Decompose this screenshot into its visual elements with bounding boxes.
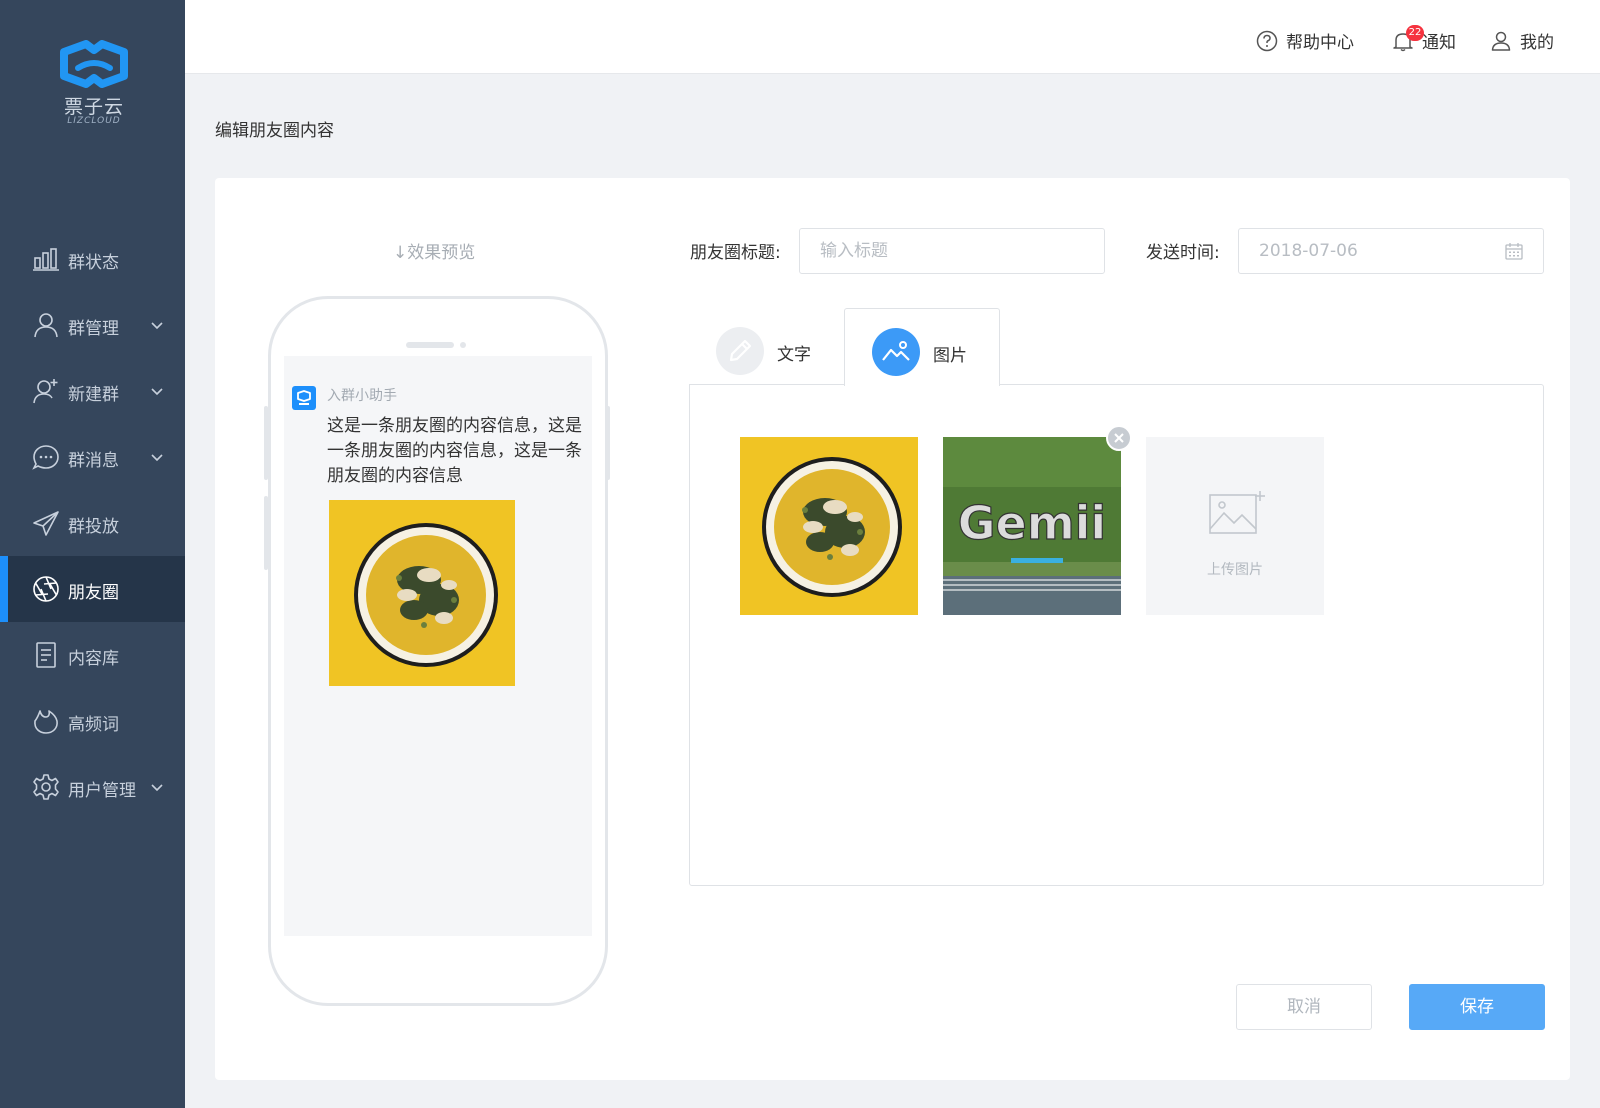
image-icon — [872, 328, 920, 376]
send-time-label: 发送时间: — [1146, 243, 1220, 263]
sidebar-item-label: 内容库 — [68, 649, 119, 669]
chevron-down-icon — [151, 388, 163, 396]
cancel-button[interactable]: 取消 — [1236, 984, 1372, 1030]
sidebar-item-label: 朋友圈 — [68, 583, 119, 603]
help-center-label: 帮助中心 — [1286, 33, 1354, 53]
poster-name: 入群小助手 — [327, 388, 397, 404]
title-input[interactable]: 输入标题 — [799, 228, 1105, 274]
sidebar-item-group-manage[interactable]: 群管理 — [0, 292, 185, 358]
my-account-link[interactable]: 我的 — [1490, 28, 1554, 53]
help-circle-icon — [1256, 30, 1278, 51]
sidebar-item-label: 新建群 — [68, 385, 119, 405]
sidebar-item-hot-words[interactable]: 高频词 — [0, 688, 185, 754]
sidebar-item-group-status[interactable]: 群状态 — [0, 226, 185, 292]
image-add-icon — [1209, 491, 1265, 534]
help-center-link[interactable]: 帮助中心 — [1256, 28, 1354, 53]
tab-label: 图片 — [933, 346, 967, 366]
brand-name: 票子云 — [63, 96, 124, 118]
image-thumbnail[interactable]: Gemii — [943, 437, 1121, 615]
fire-icon — [34, 710, 58, 734]
bar-chart-icon — [33, 248, 59, 271]
top-header — [185, 0, 1600, 74]
notification-link[interactable]: 通知 — [1392, 28, 1456, 53]
my-account-label: 我的 — [1520, 33, 1554, 53]
sidebar-item-label: 群管理 — [68, 319, 119, 339]
brand-logo[interactable]: 票子云 LIZCLOUD — [56, 40, 132, 132]
upload-image-label: 上传图片 — [1207, 562, 1263, 578]
sidebar-item-user-manage[interactable]: 用户管理 — [0, 754, 185, 820]
sidebar-item-label: 用户管理 — [68, 781, 136, 801]
post-text: 这是一条朋友圈的内容信息，这是一条朋友圈的内容信息，这是一条朋友圈的内容信息 — [327, 416, 582, 486]
notification-count-badge: 22 — [1406, 25, 1424, 41]
avatar — [292, 386, 316, 410]
sidebar-item-moments[interactable]: 朋友圈 — [0, 556, 185, 622]
food-bowl-image — [329, 500, 515, 686]
sidebar-item-group-message[interactable]: 群消息 — [0, 424, 185, 490]
chat-bubble-icon — [32, 445, 59, 470]
sidebar-item-new-group[interactable]: 新建群 — [0, 358, 185, 424]
sidebar-item-label: 群消息 — [68, 451, 119, 471]
phone-camera — [460, 342, 466, 348]
cloud-logo-icon — [60, 40, 128, 88]
delete-image-button[interactable] — [1106, 425, 1132, 451]
document-icon — [36, 642, 56, 668]
chevron-down-icon — [151, 322, 163, 330]
phone-side-button — [606, 406, 610, 480]
thumbnail-text: Gemii — [958, 496, 1106, 550]
tab-label: 文字 — [777, 345, 811, 365]
paper-plane-icon — [33, 511, 59, 536]
sidebar-item-group-delivery[interactable]: 群投放 — [0, 490, 185, 556]
sidebar-item-content-library[interactable]: 内容库 — [0, 622, 185, 688]
phone-speaker — [406, 342, 454, 348]
user-icon — [34, 313, 58, 338]
sidebar-item-label: 群状态 — [68, 253, 119, 273]
send-time-value: 2018-07-06 — [1259, 241, 1358, 261]
brand-subtitle: LIZCLOUD — [67, 116, 121, 126]
calendar-icon[interactable] — [1504, 241, 1524, 261]
notification-label: 通知 — [1422, 33, 1456, 53]
upload-image-button[interactable]: 上传图片 — [1146, 437, 1324, 615]
chevron-down-icon — [151, 454, 163, 462]
chevron-down-icon — [151, 784, 163, 792]
tab-image[interactable]: 图片 — [844, 308, 1000, 386]
send-time-input[interactable]: 2018-07-06 — [1238, 228, 1544, 274]
page-title: 编辑朋友圈内容 — [215, 121, 334, 141]
image-thumbnail[interactable] — [740, 437, 918, 615]
tab-text[interactable]: 文字 — [689, 308, 845, 385]
user-icon — [1491, 31, 1511, 51]
preview-label: ↓效果预览 — [393, 243, 476, 263]
gear-icon — [33, 774, 59, 800]
sidebar-item-label: 群投放 — [68, 517, 119, 537]
phone-side-button — [264, 406, 268, 480]
sidebar: 票子云 LIZCLOUD 群状态 群管理 新建群 群消息 群投放 朋友圈 内容库… — [0, 0, 185, 1108]
cloud-logo-icon — [297, 390, 311, 405]
pencil-icon — [716, 327, 764, 375]
close-icon — [1114, 433, 1124, 443]
save-button[interactable]: 保存 — [1409, 984, 1545, 1030]
aperture-icon — [33, 576, 59, 602]
user-add-icon — [33, 379, 58, 404]
sidebar-item-label: 高频词 — [68, 715, 119, 735]
phone-side-button — [264, 496, 268, 570]
title-field-label: 朋友圈标题: — [690, 243, 781, 263]
